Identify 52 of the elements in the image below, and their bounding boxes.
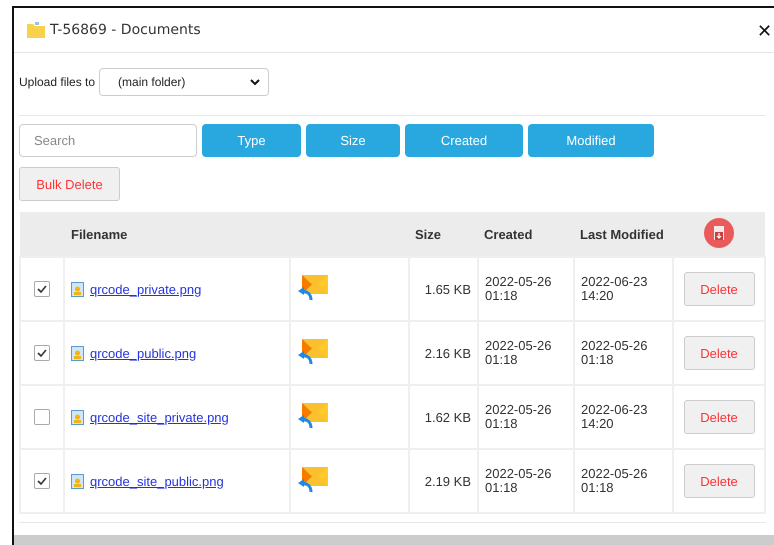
file-size: 2.19 KB — [424, 474, 471, 488]
created-date: 2022-05-26 01:18 — [485, 339, 552, 367]
envelope-reply-icon[interactable] — [297, 338, 329, 366]
image-file-icon — [71, 282, 84, 296]
delete-button[interactable]: Delete — [684, 464, 754, 498]
file-link[interactable]: qrcode_site_private.png — [90, 410, 229, 424]
created-date: 2022-05-26 01:18 — [485, 467, 552, 495]
bulk-delete-button[interactable]: Bulk Delete — [19, 167, 120, 201]
delete-button[interactable]: Delete — [684, 336, 754, 370]
check-icon — [37, 285, 47, 294]
delete-button[interactable]: Delete — [684, 272, 754, 306]
image-file-icon — [71, 410, 84, 424]
row-checkbox[interactable] — [34, 473, 50, 490]
chevron-down-icon — [250, 78, 260, 86]
upload-label: Upload files to — [19, 75, 96, 89]
filter-button[interactable]: Created — [405, 124, 523, 157]
file-link[interactable]: qrcode_public.png — [90, 346, 196, 360]
column-header: Created — [484, 226, 532, 242]
envelope-reply-icon[interactable] — [297, 402, 329, 430]
created-date: 2022-05-26 01:18 — [485, 403, 552, 431]
filter-button[interactable]: Size — [306, 124, 400, 157]
column-header: Filename — [71, 226, 128, 242]
window-title: T-56869 - Documents — [50, 22, 201, 38]
filter-button[interactable]: Type — [202, 124, 301, 157]
image-file-icon — [71, 346, 84, 360]
filter-button[interactable]: Modified — [528, 124, 654, 157]
close-button[interactable]: ✕ — [757, 20, 772, 42]
envelope-reply-icon[interactable] — [297, 466, 329, 494]
row-checkbox[interactable] — [34, 409, 50, 426]
file-link[interactable]: qrcode_private.png — [90, 282, 202, 296]
file-size: 1.65 KB — [424, 282, 471, 296]
file-size: 1.62 KB — [424, 410, 471, 424]
modified-date: 2022-05-26 01:18 — [581, 467, 648, 495]
folder-dropdown[interactable]: (main folder) — [99, 68, 270, 96]
column-header: Size — [415, 226, 442, 242]
check-icon — [37, 477, 47, 486]
check-icon — [37, 349, 47, 358]
search-field[interactable]: Search — [19, 124, 197, 157]
modified-date: 2022-06-23 14:20 — [581, 403, 648, 431]
created-date: 2022-05-26 01:18 — [485, 275, 552, 303]
image-file-icon — [71, 474, 84, 488]
folder-icon — [26, 21, 46, 39]
file-size: 2.16 KB — [424, 346, 471, 360]
column-header: Last Modified — [580, 226, 664, 242]
row-checkbox[interactable] — [34, 281, 50, 298]
row-checkbox[interactable] — [34, 345, 50, 362]
file-link[interactable]: qrcode_site_public.png — [90, 474, 224, 488]
modified-date: 2022-06-23 14:20 — [581, 275, 648, 303]
delete-button[interactable]: Delete — [684, 400, 754, 434]
download-file-icon[interactable] — [704, 218, 734, 248]
modified-date: 2022-05-26 01:18 — [581, 339, 648, 367]
envelope-reply-icon[interactable] — [297, 274, 329, 302]
